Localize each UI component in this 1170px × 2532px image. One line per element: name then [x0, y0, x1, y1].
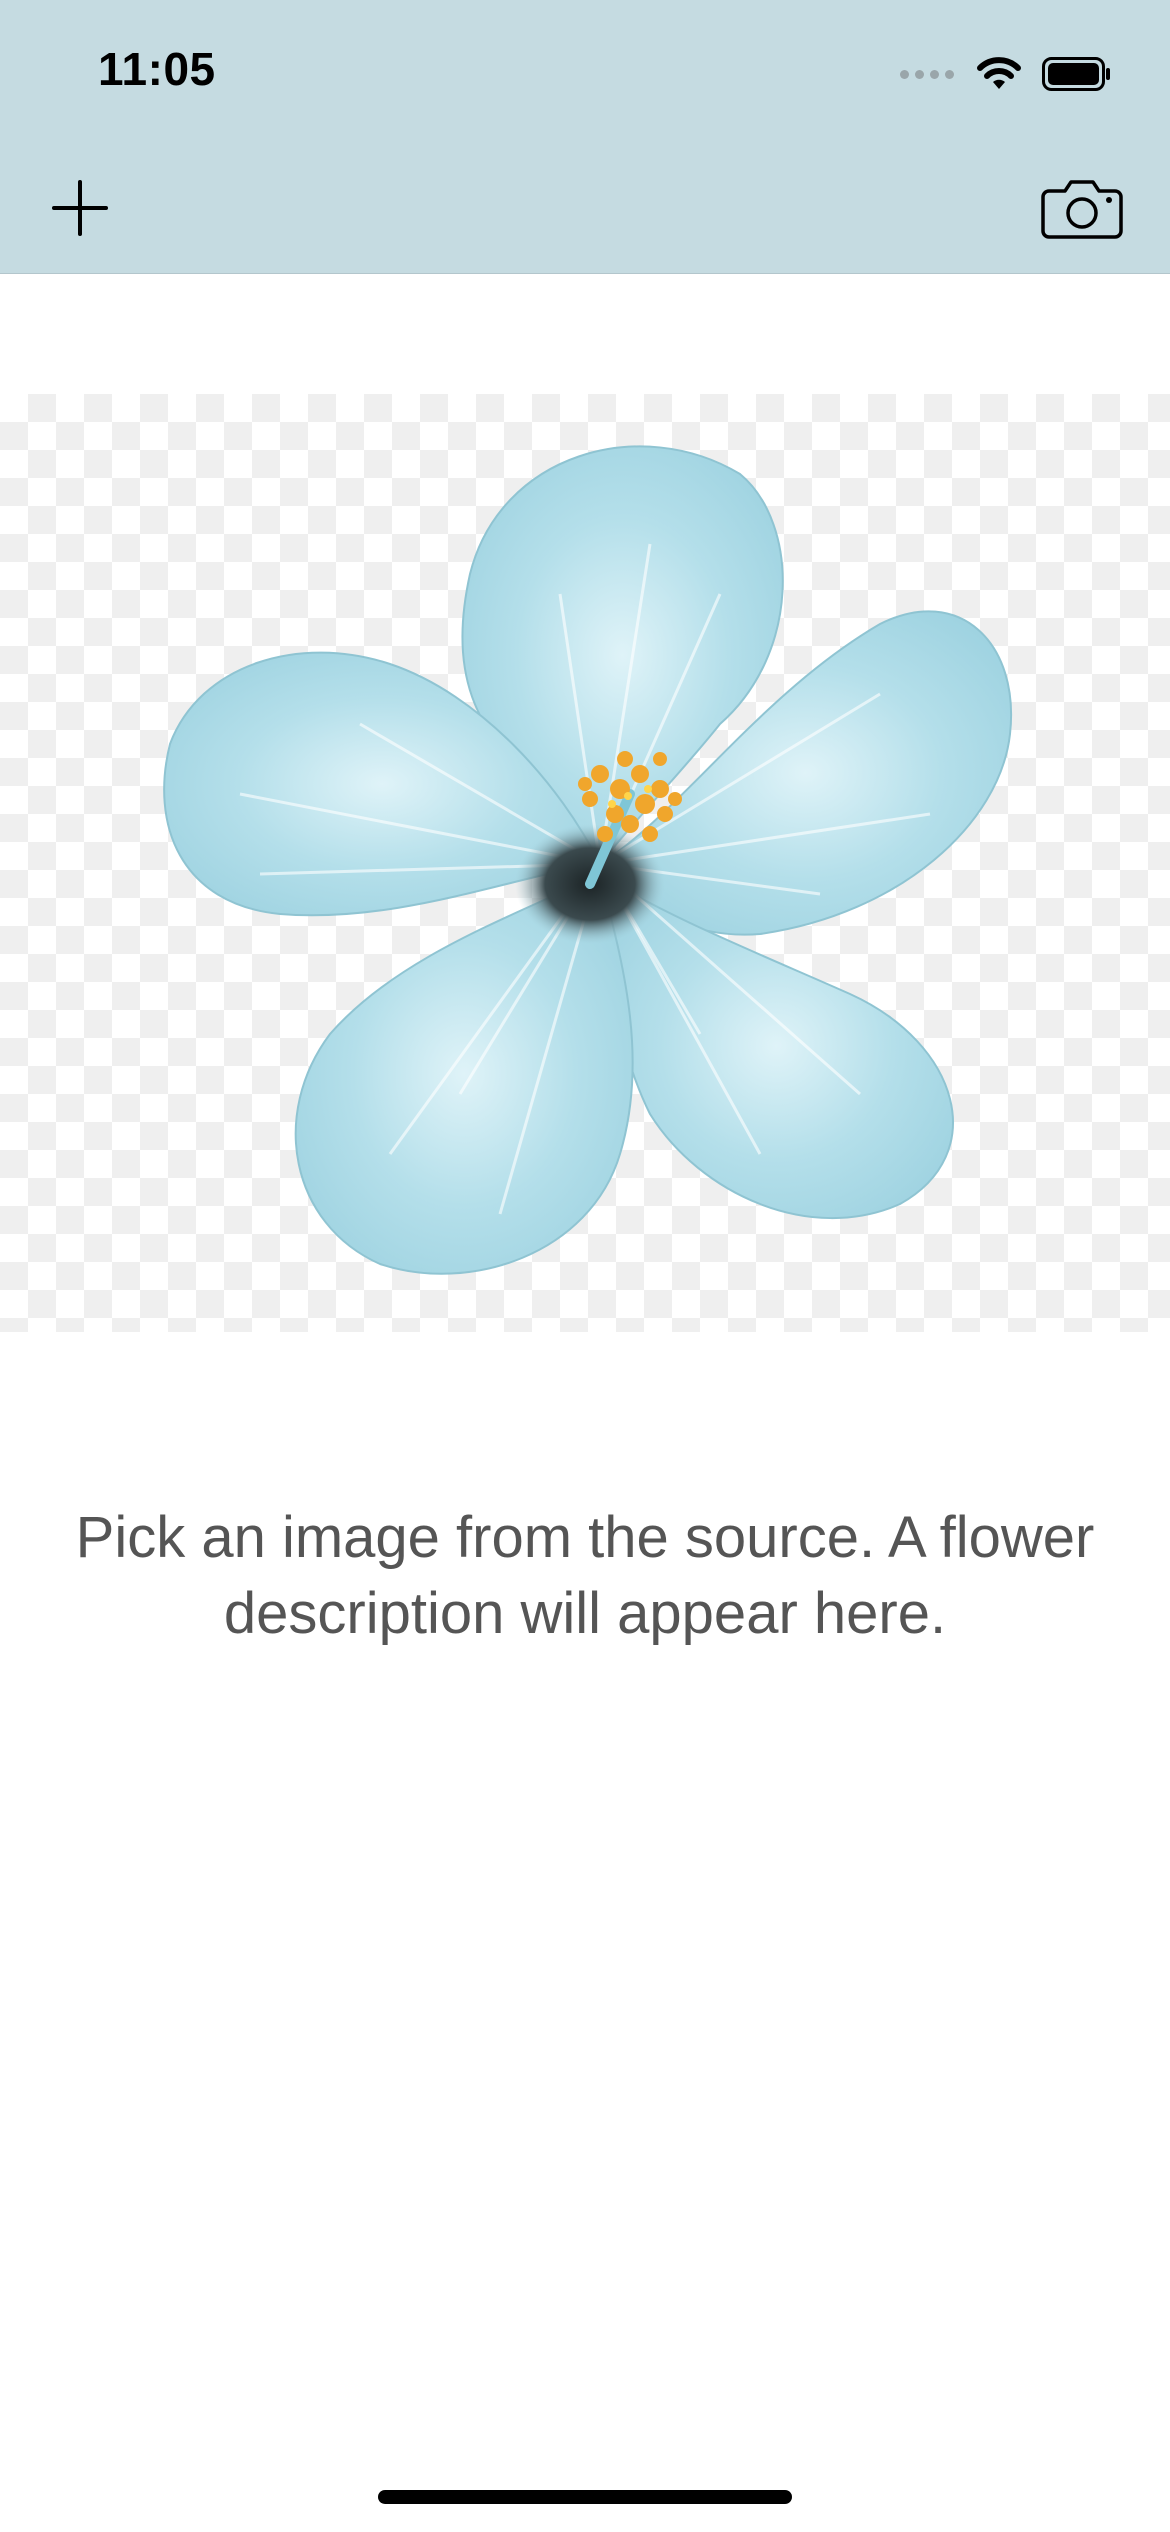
- flower-description: Pick an image from the source. A flower …: [75, 1505, 1095, 1646]
- app-screen: 11:05 Pick an image from the source. A f…: [0, 0, 1170, 2532]
- camera-icon: [1041, 180, 1123, 239]
- status-icons: [900, 54, 1112, 94]
- camera-button[interactable]: [1032, 168, 1132, 248]
- battery-icon: [1042, 57, 1110, 91]
- cellular-signal-icon: [900, 69, 954, 79]
- hibiscus-flower-image: [163, 445, 1013, 1275]
- flower-image-area: [0, 394, 1170, 1332]
- plus-icon: [52, 180, 108, 236]
- add-button[interactable]: [40, 168, 120, 248]
- status-time: 11:05: [98, 43, 216, 95]
- wifi-icon: [977, 57, 1021, 89]
- home-indicator[interactable]: [378, 2490, 792, 2504]
- top-bar: 11:05: [0, 0, 1170, 274]
